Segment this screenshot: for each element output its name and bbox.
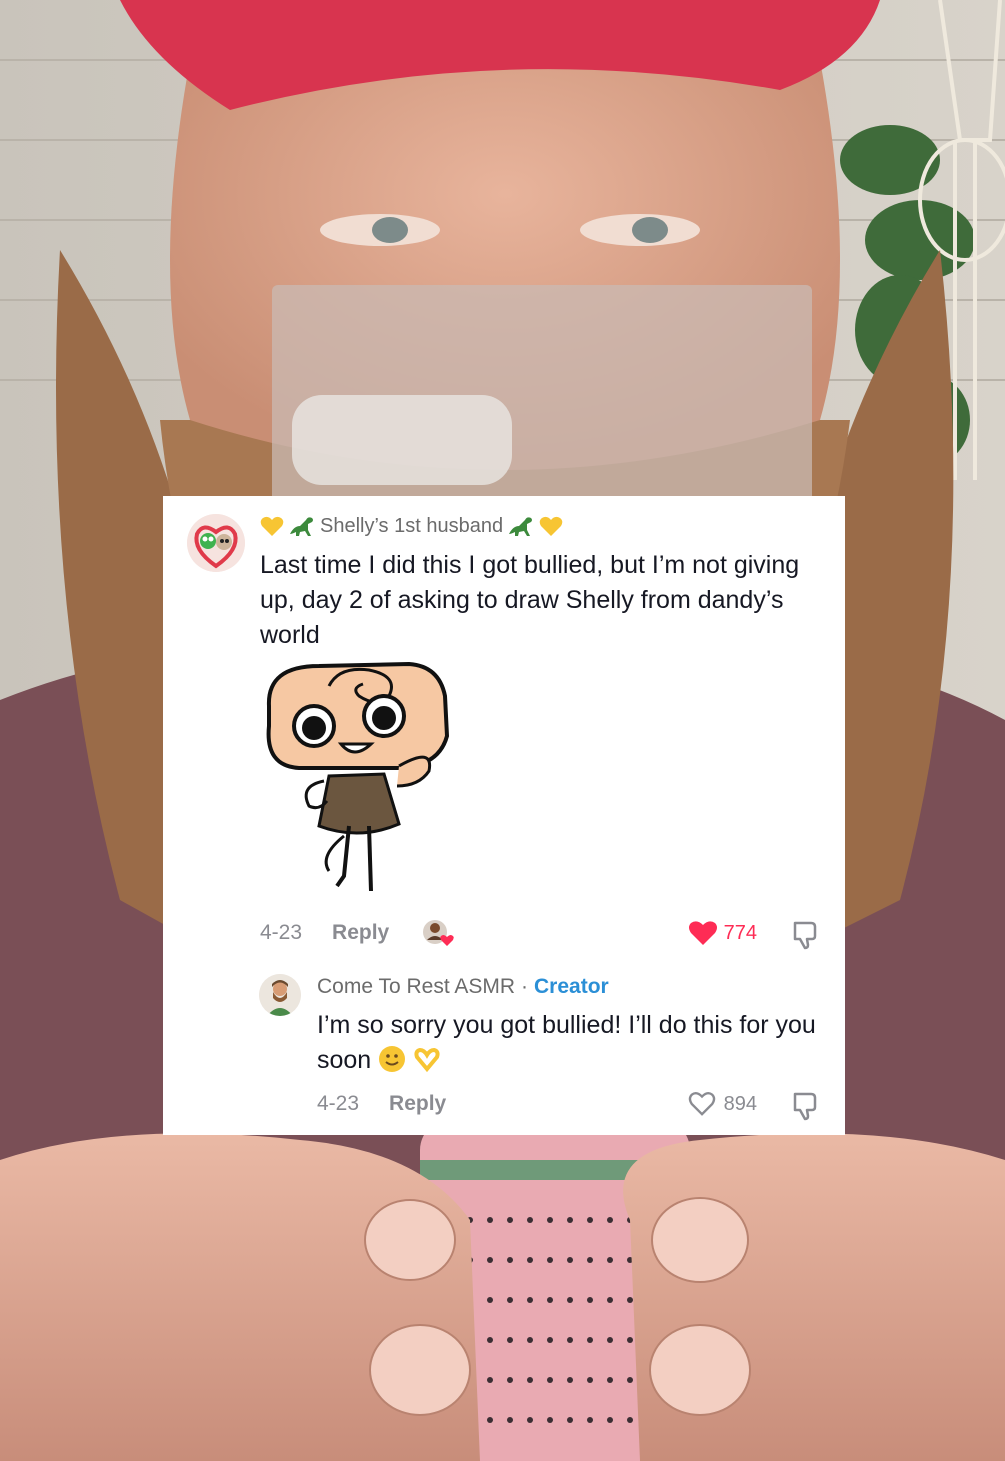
yellow-heart-emoji-icon	[539, 516, 563, 536]
video-frame: Shelly’s 1st husband Last time I did thi…	[0, 0, 1005, 1461]
reply-reply-button[interactable]: Reply	[389, 1092, 446, 1116]
smile-emoji-icon	[379, 1046, 406, 1072]
reply-meta-row: 4-23 Reply	[317, 1089, 446, 1119]
reply-date: 4-23	[317, 1092, 360, 1115]
reply-like-count: 894	[723, 1092, 757, 1115]
reply-like-button[interactable]: 894	[688, 1089, 757, 1119]
heart-outline-icon	[688, 1092, 715, 1116]
comment-meta-row: 4-23 Reply	[260, 916, 389, 950]
commenter-username[interactable]: Shelly’s 1st husband	[320, 515, 503, 538]
creator-username[interactable]: Come To Rest ASMR	[317, 975, 515, 998]
dinosaur-emoji-icon	[509, 517, 533, 536]
commenter-avatar[interactable]	[187, 514, 245, 572]
comment-text: Last time I did this I got bullied, but …	[260, 551, 800, 649]
comment-like-count: 774	[723, 921, 757, 944]
commenter-username-row[interactable]: Shelly’s 1st husband	[260, 513, 563, 539]
comment-card: Shelly’s 1st husband Last time I did thi…	[163, 496, 845, 1135]
thumbs-down-icon[interactable]	[789, 1089, 821, 1121]
creator-liked-avatar-icon	[423, 920, 454, 946]
yellow-heart-emoji-icon	[260, 516, 284, 536]
reply-username-row[interactable]: Come To Rest ASMR · Creator	[317, 975, 609, 999]
comment-reply-button[interactable]: Reply	[332, 921, 389, 945]
comment-date: 4-23	[260, 921, 303, 944]
thumbs-down-icon[interactable]	[789, 918, 821, 950]
reply-text: I’m so sorry you got bullied! I’ll do th…	[317, 1008, 827, 1078]
avatar-image	[259, 974, 301, 1016]
attached-drawing-image[interactable]	[259, 656, 459, 896]
separator-dot: ·	[521, 975, 529, 998]
avatar-image	[187, 514, 245, 572]
dinosaur-emoji-icon	[290, 517, 313, 536]
creator-badge: Creator	[534, 975, 609, 998]
heart-icon	[688, 921, 717, 945]
comment-like-button[interactable]: 774	[688, 916, 757, 950]
creator-avatar[interactable]	[259, 974, 301, 1016]
heart-hands-emoji-icon	[414, 1047, 440, 1073]
